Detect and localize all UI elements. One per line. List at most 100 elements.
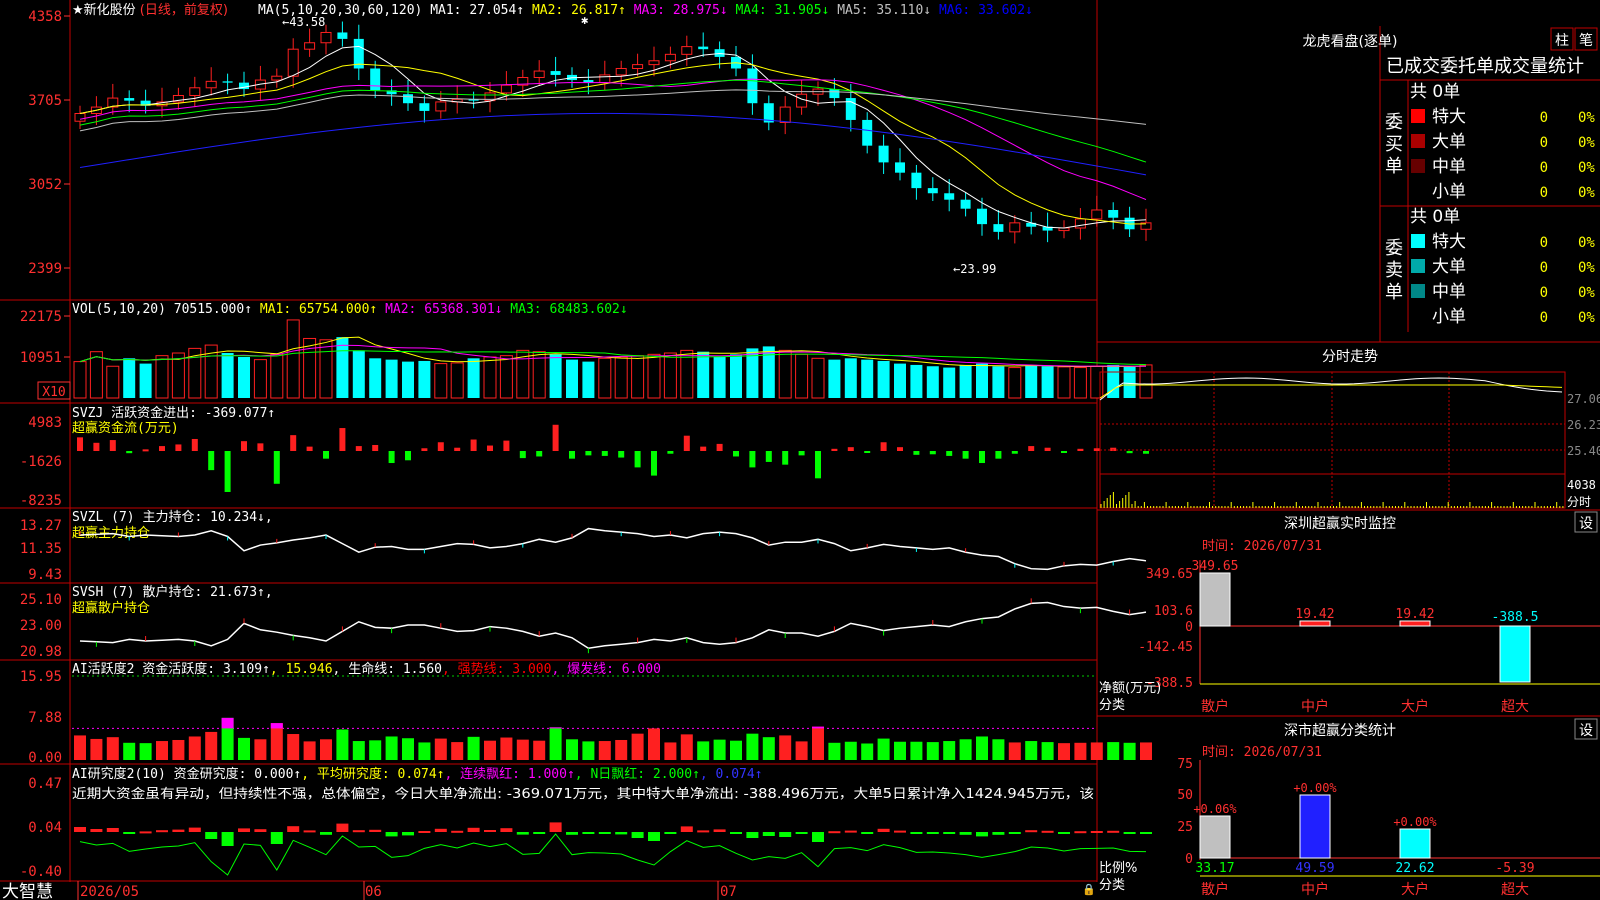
- volume-bar: [598, 357, 612, 399]
- ai-research-bar: [533, 832, 546, 834]
- lhb-swatch: [1411, 159, 1425, 173]
- svzj-bar: [77, 437, 83, 451]
- svzj-bar: [634, 451, 641, 468]
- ai-active-bar: [566, 739, 578, 760]
- ai-research-bar: [139, 831, 152, 834]
- ai-active-bar: [139, 743, 152, 760]
- ai-active-bar: [106, 737, 119, 760]
- lock-icon[interactable]: 🔒: [1082, 883, 1096, 896]
- ai-research-bar: [287, 826, 300, 832]
- label-char: 单: [1385, 156, 1403, 177]
- svzj-bar: [1126, 451, 1133, 454]
- ai-active-bar: [697, 741, 710, 760]
- svzl-line: [79, 527, 1147, 571]
- mkt-class-tick: 25: [1177, 820, 1193, 835]
- ai-active-bar: [467, 736, 480, 760]
- ai-research-bar: [205, 832, 218, 839]
- ai-active-bar: [959, 739, 972, 760]
- ai-research-bar: [123, 832, 136, 834]
- candle-body: [1074, 218, 1086, 229]
- ai-active-bar: [336, 729, 349, 760]
- volume-bar: [483, 356, 497, 399]
- sz-monitor-tick: 0: [1185, 620, 1193, 635]
- ai-research-bar: [106, 828, 119, 832]
- volume-bar: [467, 358, 480, 398]
- ai-research-bar: [680, 826, 693, 832]
- lhb-row-name: 大单: [1432, 132, 1466, 152]
- svzj-tick: -8235: [20, 493, 62, 509]
- mkt-class-settings-button[interactable]: 设: [1579, 723, 1593, 739]
- ai-research-bar: [1025, 830, 1038, 833]
- vol-tick: 10951: [20, 350, 62, 366]
- legend-item: , 15.946: [270, 662, 333, 677]
- lhb-btn-bi[interactable]: 笔: [1579, 33, 1593, 49]
- mkt-class-tick: 50: [1177, 788, 1193, 803]
- ai-active-bar: [270, 723, 283, 760]
- svzj-bar: [93, 442, 100, 451]
- volume-bar: [713, 356, 726, 398]
- ai-active-bar: [1008, 742, 1021, 760]
- ai-research-bar: [172, 829, 185, 832]
- ai-active-tick: 7.88: [28, 710, 62, 726]
- sz-monitor-bar: [1499, 625, 1531, 683]
- ai-research-bar: [1074, 831, 1087, 834]
- svzj-bar: [257, 443, 264, 451]
- intraday-tick: 27.06: [1567, 392, 1600, 406]
- intraday-tick: 25.40: [1567, 444, 1600, 458]
- lhb-sell-label: 委卖单: [1385, 238, 1403, 303]
- candle-body: [829, 89, 840, 99]
- lhb-row-pct: 0%: [1578, 285, 1595, 301]
- svzj-bar: [290, 435, 297, 451]
- svzl-tick: 13.27: [20, 518, 62, 534]
- legend-item: MA1: 65754.000↑: [252, 302, 377, 317]
- volume-bar: [286, 319, 300, 399]
- ma-legend: MA(5,10,20,30,60,120) MA1: 27.054↑ MA2: …: [258, 3, 1033, 18]
- ai-active-bar: [254, 739, 267, 760]
- sz-monitor-settings-button[interactable]: 设: [1579, 516, 1593, 532]
- svzj-bar: [519, 451, 526, 459]
- ai-research-bar: [369, 829, 382, 832]
- ai-active-bar: [156, 741, 168, 760]
- volume-bar: [697, 351, 710, 398]
- ai-active-bar: [320, 739, 332, 760]
- svzj-bar: [929, 451, 936, 455]
- ai-research-bar: [320, 832, 332, 835]
- legend-item: MA3: 28.975↓: [626, 3, 728, 18]
- ai-research-bar: [336, 823, 349, 832]
- legend-item: AI活跃度2 资金活跃度: 3.109↑: [72, 661, 270, 677]
- ai-active-bar: [844, 741, 857, 760]
- ai-research-bar: [713, 829, 726, 832]
- ai-research-bar: [812, 832, 824, 842]
- lhb-row-pct: 0%: [1578, 160, 1595, 176]
- candle-body: [796, 93, 808, 108]
- ma-line: [79, 79, 1147, 163]
- ai-active-bar: [762, 737, 775, 760]
- candle-body: [927, 188, 938, 194]
- ai-research-commentary: 近期大资金虽有异动，但持续性不强，总体偏空，今日大单净流出: -369.071万…: [72, 786, 1094, 802]
- legend-item: 70515.000↑: [166, 302, 252, 317]
- ai-active-legend: AI活跃度2 资金活跃度: 3.109↑, 15.946, 生命线: 1.560…: [72, 661, 661, 677]
- ai-research-bar: [615, 832, 628, 835]
- legend-item: MA1: 27.054↑: [422, 3, 524, 18]
- ai-research-bar: [156, 830, 168, 833]
- ai-research-bar: [926, 832, 939, 834]
- ai-research-bar: [549, 822, 562, 832]
- lhb-swatch: [1411, 109, 1425, 123]
- sz-monitor-tick: -142.45: [1138, 640, 1193, 655]
- ai-research-bar: [418, 831, 431, 833]
- ai-active-tick: 0.00: [28, 750, 62, 766]
- svzj-bar: [749, 451, 756, 468]
- volume-multiplier: X10: [42, 385, 65, 400]
- volume-bar: [1090, 365, 1104, 399]
- ai-active-bar: [287, 734, 300, 760]
- stock-chart-workspace[interactable]: 4358 3705 3052 2399 22175 10951 4983 -16…: [0, 0, 1600, 900]
- y-axis-left: 4358 3705 3052 2399 22175 10951 4983 -16…: [20, 9, 62, 880]
- svsh-subtitle: 超赢散户持仓: [72, 600, 150, 616]
- svzj-bar: [798, 451, 805, 456]
- lhb-btn-zhu[interactable]: 柱: [1555, 33, 1569, 49]
- lhb-row-count: 0: [1540, 135, 1548, 151]
- ai-research-bar: [1058, 832, 1070, 834]
- mkt-class-bar: [1199, 815, 1231, 859]
- ai-research-bar: [254, 829, 267, 832]
- label-char: 委: [1385, 238, 1403, 259]
